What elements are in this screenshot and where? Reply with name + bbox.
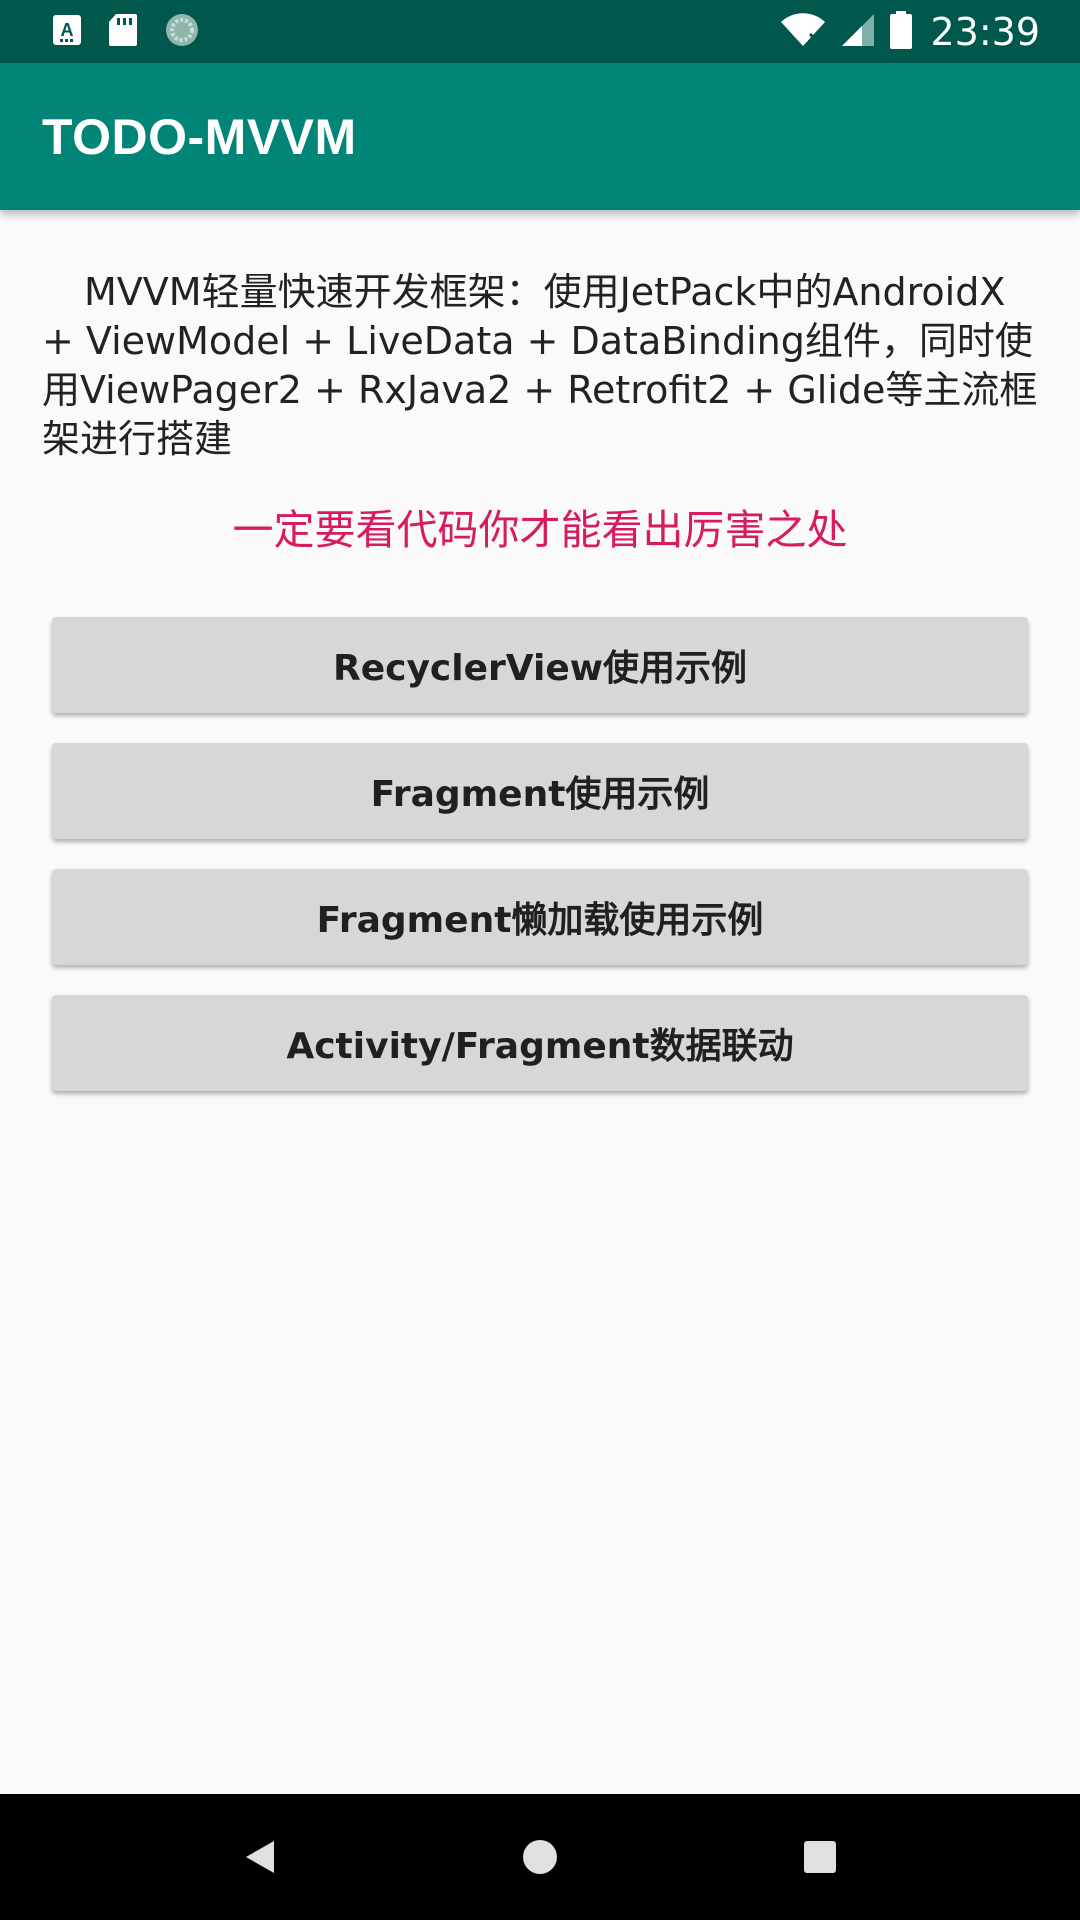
fragment-lazy-load-button[interactable]: Fragment懒加载使用示例: [52, 869, 1028, 965]
sd-card-icon: [108, 13, 138, 51]
recents-icon: [804, 1841, 836, 1873]
wifi-icon: [780, 12, 826, 52]
status-bar-left: A: [52, 12, 226, 52]
button-list: RecyclerView使用示例 Fragment使用示例 Fragment懒加…: [52, 617, 1028, 1121]
home-button[interactable]: [490, 1807, 590, 1907]
status-bar-right: 23:39: [766, 10, 1040, 54]
back-button[interactable]: [210, 1807, 310, 1907]
signal-icon: [840, 12, 876, 52]
app-title: TODO-MVVM: [42, 108, 357, 165]
recents-button[interactable]: [770, 1807, 870, 1907]
home-icon: [523, 1840, 557, 1874]
status-clock: 23:39: [930, 9, 1040, 54]
intro-text: MVVM轻量快速开发框架：使用JetPack中的AndroidX + ViewM…: [42, 270, 1038, 461]
battery-icon: [890, 10, 913, 53]
recyclerview-example-button[interactable]: RecyclerView使用示例: [52, 617, 1028, 713]
font-icon: A: [52, 14, 82, 50]
sync-icon: [164, 12, 200, 52]
activity-fragment-linkage-button[interactable]: Activity/Fragment数据联动: [52, 995, 1028, 1091]
status-bar: A 23:39: [0, 0, 1080, 63]
fragment-example-button[interactable]: Fragment使用示例: [52, 743, 1028, 839]
back-icon: [246, 1841, 274, 1873]
app-bar: TODO-MVVM: [0, 63, 1080, 210]
warning-text: 一定要看代码你才能看出厉害之处: [232, 506, 848, 554]
navigation-bar: [0, 1794, 1080, 1920]
svg-text:A: A: [61, 20, 74, 40]
